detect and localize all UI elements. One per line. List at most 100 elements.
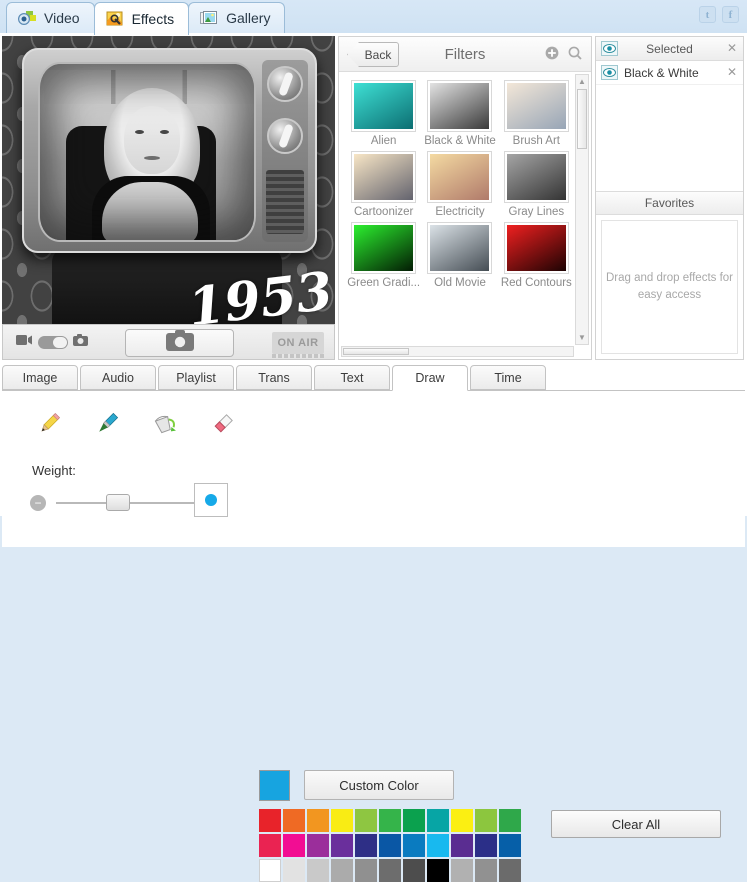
color-swatch[interactable] bbox=[307, 859, 329, 882]
filter-label: Electricity bbox=[435, 206, 485, 218]
clear-all-button[interactable]: Clear All bbox=[551, 810, 721, 838]
facebook-icon[interactable]: f bbox=[722, 6, 739, 23]
filter-item[interactable]: Alien bbox=[347, 80, 420, 147]
tab-video[interactable]: Video bbox=[6, 2, 95, 33]
color-swatch[interactable] bbox=[499, 834, 521, 857]
search-icon[interactable] bbox=[568, 46, 582, 65]
filter-item[interactable]: Gray Lines bbox=[500, 151, 573, 218]
weight-decrease-button[interactable]: − bbox=[30, 495, 46, 511]
filters-vertical-scrollbar[interactable]: ▲ ▼ bbox=[575, 74, 589, 345]
current-color-swatch[interactable] bbox=[259, 770, 290, 801]
filter-thumbnail bbox=[503, 151, 569, 203]
color-swatch[interactable] bbox=[379, 859, 401, 882]
color-swatch[interactable] bbox=[283, 809, 305, 832]
workspace: 1953 ON AIR Back Filters Alien Black & W… bbox=[0, 33, 747, 882]
video-preview[interactable]: 1953 bbox=[2, 36, 335, 324]
color-swatch[interactable] bbox=[331, 859, 353, 882]
close-icon[interactable]: ✕ bbox=[727, 42, 737, 54]
camera-icon bbox=[165, 330, 194, 356]
color-swatch[interactable] bbox=[475, 809, 497, 832]
eraser-tool-icon[interactable] bbox=[206, 407, 240, 441]
color-swatch[interactable] bbox=[451, 834, 473, 857]
draw-panel: Weight: − + Custom Color Clear All bbox=[2, 391, 745, 882]
color-swatch[interactable] bbox=[307, 834, 329, 857]
filter-item[interactable]: Electricity bbox=[423, 151, 496, 218]
list-item[interactable]: Black & White ✕ bbox=[596, 61, 743, 85]
filter-item[interactable]: Cartoonizer bbox=[347, 151, 420, 218]
tab-audio[interactable]: Audio bbox=[80, 365, 156, 390]
filter-item[interactable]: Red Contours bbox=[500, 222, 573, 289]
custom-color-button[interactable]: Custom Color bbox=[304, 770, 454, 800]
filter-label: Green Gradi... bbox=[347, 277, 421, 289]
pencil-tool-icon[interactable] bbox=[32, 407, 66, 441]
twitter-icon[interactable]: t bbox=[699, 6, 716, 23]
tab-image[interactable]: Image bbox=[2, 365, 78, 390]
filter-label: Cartoonizer bbox=[353, 206, 414, 218]
color-swatch[interactable] bbox=[499, 859, 521, 882]
color-swatch[interactable] bbox=[427, 859, 449, 882]
color-swatch[interactable] bbox=[307, 809, 329, 832]
color-swatch[interactable] bbox=[259, 809, 281, 832]
retro-tv-frame bbox=[22, 48, 317, 253]
color-swatch[interactable] bbox=[259, 859, 281, 882]
color-swatch[interactable] bbox=[403, 834, 425, 857]
color-swatch[interactable] bbox=[475, 834, 497, 857]
color-swatch[interactable] bbox=[355, 859, 377, 882]
color-swatch[interactable] bbox=[499, 809, 521, 832]
tab-trans[interactable]: Trans bbox=[236, 365, 312, 390]
color-swatch[interactable] bbox=[403, 809, 425, 832]
color-swatch[interactable] bbox=[451, 859, 473, 882]
scroll-down-icon[interactable]: ▼ bbox=[576, 331, 588, 344]
close-icon[interactable]: ✕ bbox=[727, 66, 737, 78]
filter-thumbnail bbox=[503, 222, 569, 274]
filters-horizontal-scrollbar[interactable] bbox=[341, 346, 574, 357]
color-swatch[interactable] bbox=[355, 809, 377, 832]
paint-bucket-tool-icon[interactable] bbox=[148, 407, 182, 441]
plus-circle-icon[interactable] bbox=[545, 46, 559, 65]
color-swatch[interactable] bbox=[259, 834, 281, 857]
tab-time[interactable]: Time bbox=[470, 365, 546, 390]
tab-text[interactable]: Text bbox=[314, 365, 390, 390]
color-swatch[interactable] bbox=[283, 834, 305, 857]
weight-slider-handle[interactable] bbox=[105, 494, 130, 511]
color-swatch[interactable] bbox=[451, 809, 473, 832]
selected-header: Selected ✕ bbox=[596, 37, 743, 61]
scroll-up-icon[interactable]: ▲ bbox=[576, 75, 588, 88]
filters-scroll-area[interactable]: Alien Black & White Brush Art Cartoonize… bbox=[339, 72, 591, 359]
tab-playlist[interactable]: Playlist bbox=[158, 365, 234, 390]
tab-gallery[interactable]: Gallery bbox=[188, 2, 286, 33]
filter-item[interactable]: Brush Art bbox=[500, 80, 573, 147]
filter-thumbnail bbox=[503, 80, 569, 132]
favorites-dropzone[interactable]: Drag and drop effects for easy access bbox=[601, 220, 738, 354]
weight-slider-track[interactable] bbox=[56, 494, 194, 511]
color-swatch[interactable] bbox=[283, 859, 305, 882]
brush-tool-icon[interactable] bbox=[90, 407, 124, 441]
color-swatch[interactable] bbox=[355, 834, 377, 857]
top-tabs: Video Effects Gallery bbox=[6, 2, 286, 35]
filter-item[interactable]: Black & White bbox=[423, 80, 496, 147]
eye-icon[interactable] bbox=[601, 65, 618, 80]
filter-item[interactable]: Old Movie bbox=[423, 222, 496, 289]
tab-draw[interactable]: Draw bbox=[392, 365, 468, 391]
eye-icon[interactable] bbox=[601, 41, 618, 56]
color-swatch[interactable] bbox=[403, 859, 425, 882]
on-air-dots bbox=[272, 354, 324, 358]
tab-effects[interactable]: Effects bbox=[93, 2, 190, 35]
filter-thumbnail bbox=[351, 151, 417, 203]
color-swatch[interactable] bbox=[475, 859, 497, 882]
filter-item[interactable]: Green Gradi... bbox=[347, 222, 420, 289]
scrollbar-thumb[interactable] bbox=[343, 348, 409, 355]
on-air-indicator: ON AIR bbox=[272, 332, 324, 354]
favorites-header: Favorites bbox=[596, 191, 743, 215]
video-photo-mode-toggle[interactable] bbox=[16, 333, 88, 351]
mode-switch[interactable] bbox=[38, 335, 68, 349]
scrollbar-thumb[interactable] bbox=[577, 89, 587, 149]
capture-button[interactable] bbox=[125, 329, 234, 357]
color-swatch[interactable] bbox=[331, 809, 353, 832]
color-swatch[interactable] bbox=[427, 834, 449, 857]
filter-thumbnail bbox=[427, 222, 493, 274]
color-swatch[interactable] bbox=[379, 809, 401, 832]
color-swatch[interactable] bbox=[379, 834, 401, 857]
color-swatch[interactable] bbox=[331, 834, 353, 857]
color-swatch[interactable] bbox=[427, 809, 449, 832]
